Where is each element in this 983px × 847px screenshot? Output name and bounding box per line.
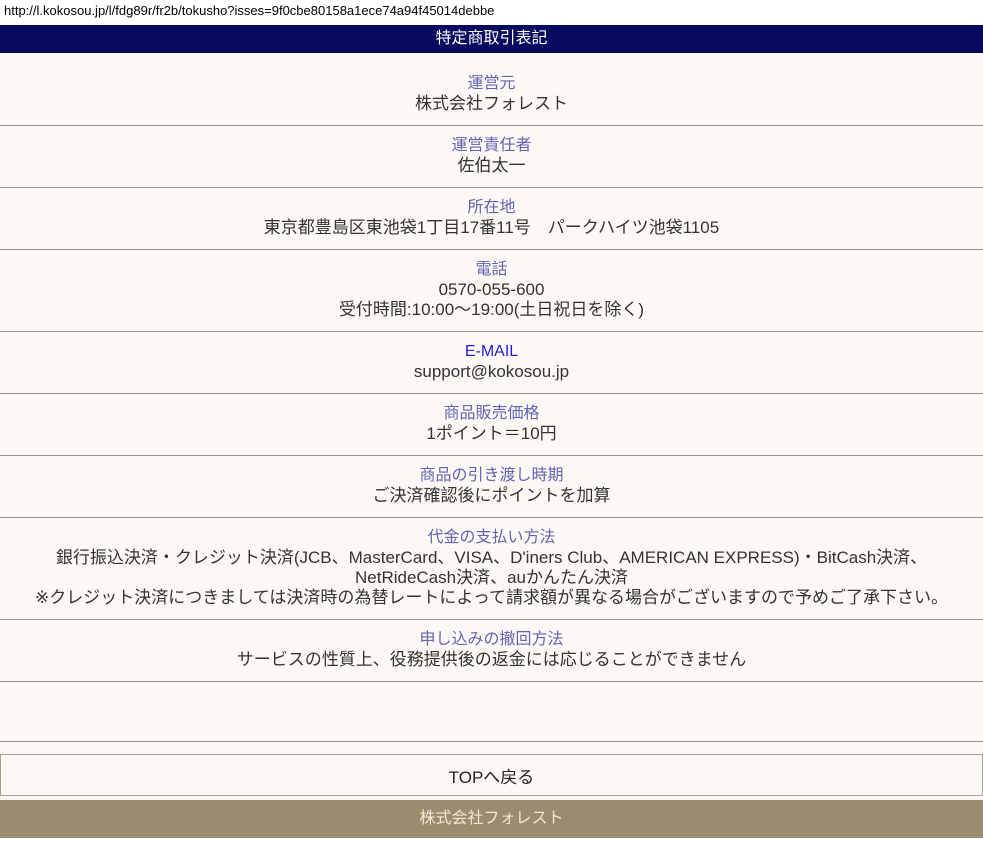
section-value-address: 東京都豊島区東池袋1丁目17番11号 パークハイツ池袋1105	[8, 218, 975, 238]
footer-company: 株式会社フォレスト	[419, 810, 563, 827]
section-manager: 運営責任者 佐伯太一	[0, 126, 983, 188]
spacer	[0, 742, 983, 754]
section-phone: 電話 0570-055-600 受付時間:10:00～19:00(土日祝日を除く…	[0, 250, 983, 332]
section-header-withdrawal: 申し込みの撤回方法	[8, 630, 975, 650]
section-header-phone: 電話	[8, 260, 975, 280]
section-header-payment: 代金の支払い方法	[8, 528, 975, 548]
section-header-operator: 運営元	[8, 74, 975, 94]
section-empty	[0, 682, 983, 742]
tokusho-table: 運営元 株式会社フォレスト 運営責任者 佐伯太一 所在地 東京都豊島区東池袋1丁…	[0, 53, 983, 800]
page-title: 特定商取引表記	[435, 30, 547, 47]
section-operator: 運営元 株式会社フォレスト	[0, 53, 983, 126]
payment-note: ※クレジット決済につきましては決済時の為替レートによって請求額が異なる場合がござ…	[8, 588, 975, 608]
section-delivery: 商品の引き渡し時期 ご決済確認後にポイントを加算	[0, 456, 983, 518]
page-footer: 株式会社フォレスト	[0, 800, 983, 838]
section-email: E-MAIL support@kokosou.jp	[0, 332, 983, 394]
email-address: support@kokosou.jp	[8, 362, 975, 382]
section-value-delivery: ご決済確認後にポイントを加算	[8, 486, 975, 506]
section-value-operator: 株式会社フォレスト	[8, 94, 975, 114]
section-header-email: E-MAIL	[8, 342, 975, 362]
section-header-manager: 運営責任者	[8, 136, 975, 156]
back-to-top-button[interactable]: TOPへ戻る	[0, 754, 983, 796]
phone-number: 0570-055-600	[8, 280, 975, 300]
phone-hours: 受付時間:10:00～19:00(土日祝日を除く)	[8, 300, 975, 320]
section-withdrawal: 申し込みの撤回方法 サービスの性質上、役務提供後の返金には応じることができません	[0, 620, 983, 682]
section-header-delivery: 商品の引き渡し時期	[8, 466, 975, 486]
section-payment: 代金の支払い方法 銀行振込決済・クレジット決済(JCB、MasterCard、V…	[0, 518, 983, 620]
page-title-bar: 特定商取引表記	[0, 25, 983, 53]
payment-methods: 銀行振込決済・クレジット決済(JCB、MasterCard、VISA、D'ine…	[8, 548, 975, 588]
section-value-withdrawal: サービスの性質上、役務提供後の返金には応じることができません	[8, 650, 975, 670]
section-price: 商品販売価格 1ポイント＝10円	[0, 394, 983, 456]
section-value-price: 1ポイント＝10円	[8, 424, 975, 444]
section-header-address: 所在地	[8, 198, 975, 218]
section-value-manager: 佐伯太一	[8, 156, 975, 176]
section-address: 所在地 東京都豊島区東池袋1丁目17番11号 パークハイツ池袋1105	[0, 188, 983, 250]
section-header-price: 商品販売価格	[8, 404, 975, 424]
page-url-text: http://l.kokosou.jp/l/fdg89r/fr2b/tokush…	[0, 0, 983, 25]
